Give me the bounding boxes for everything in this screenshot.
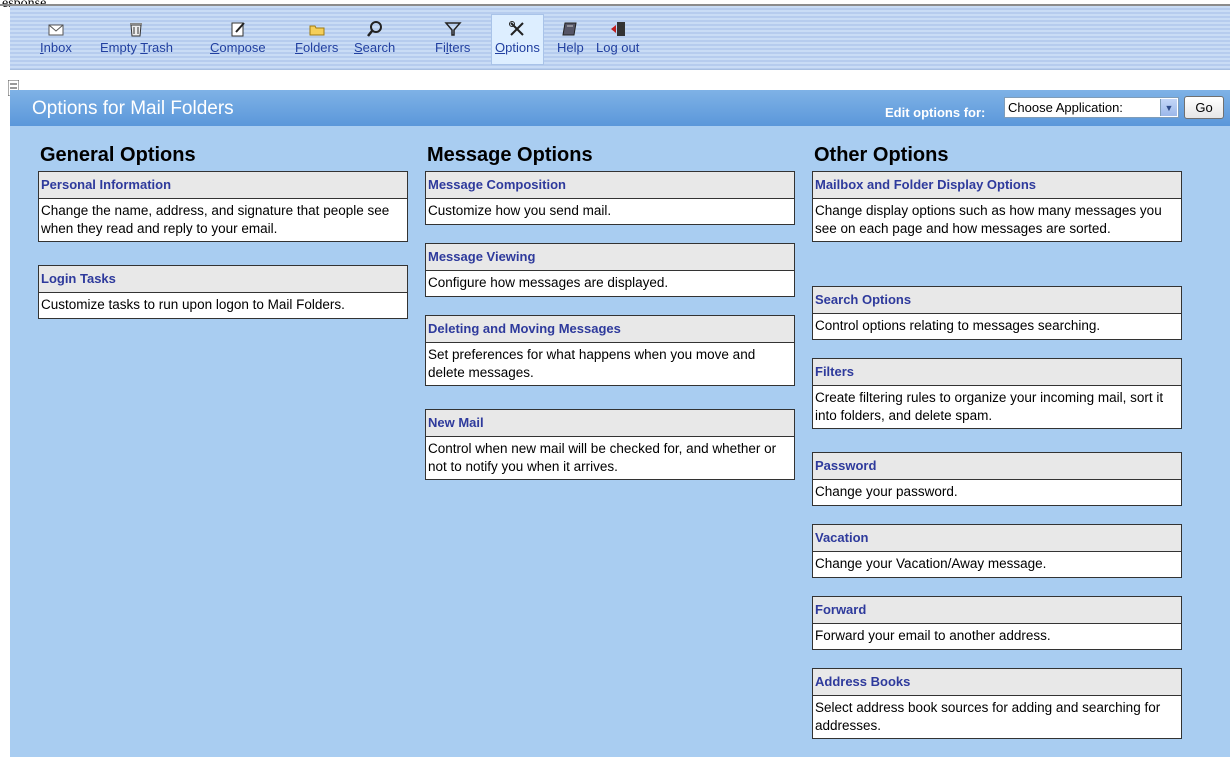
option-description: Change your password. (815, 484, 958, 499)
option-description: Customize tasks to run upon logon to Mai… (41, 297, 345, 312)
toolbar-log-out[interactable]: Log out (596, 20, 639, 70)
toolbar-label: Help (557, 40, 584, 55)
option-description: Create filtering rules to organize your … (815, 390, 1164, 423)
toolbar-label: Empty Trash (100, 40, 173, 55)
option-description: Change your Vacation/Away message. (815, 556, 1047, 571)
toolbar-label: Options (495, 40, 540, 55)
toolbar-search[interactable]: Search (354, 20, 395, 70)
option-description: Set preferences for what happens when yo… (428, 347, 756, 380)
option-link[interactable]: Password (813, 453, 1181, 480)
toolbar-label: Search (354, 40, 396, 55)
search-icon (366, 21, 382, 37)
title-bar: Options for Mail Folders Edit options fo… (10, 90, 1230, 126)
option-link[interactable]: Address Books (813, 669, 1181, 696)
option-filters: Filters Create filtering rules to organi… (812, 358, 1182, 429)
option-link[interactable]: Personal Information (39, 172, 407, 199)
toolbar-filters[interactable]: Filters (435, 20, 470, 70)
option-vacation: Vacation Change your Vacation/Away messa… (812, 524, 1182, 578)
main-content: Options for Mail Folders Edit options fo… (10, 90, 1230, 757)
toolbar-empty-trash[interactable]: Empty Trash (100, 20, 173, 70)
general-options-heading: General Options (40, 144, 196, 166)
option-link[interactable]: Search Options (813, 287, 1181, 314)
toolbar-options[interactable]: Options (491, 14, 544, 65)
option-message-viewing: Message Viewing Configure how messages a… (425, 243, 795, 297)
toolbar-label: Inbox (40, 40, 72, 55)
toolbar-inbox[interactable]: Inbox (40, 20, 72, 70)
option-description: Forward your email to another address. (815, 628, 1051, 643)
tools-icon (509, 21, 525, 36)
option-link[interactable]: Message Composition (426, 172, 794, 199)
help-book-icon (562, 22, 577, 36)
option-description: Control when new mail will be checked fo… (428, 441, 777, 474)
go-button[interactable]: Go (1184, 96, 1224, 119)
option-link[interactable]: Deleting and Moving Messages (426, 316, 794, 343)
other-options-heading: Other Options (814, 144, 949, 166)
option-mailbox-folder-display: Mailbox and Folder Display Options Chang… (812, 171, 1182, 242)
option-description: Change the name, address, and signature … (41, 203, 390, 236)
option-personal-information: Personal Information Change the name, ad… (38, 171, 408, 242)
toolbar-label: Folders (295, 40, 339, 55)
filter-icon (444, 22, 462, 36)
edit-options-label: Edit options for: (885, 105, 986, 120)
toolbar-folders[interactable]: Folders (295, 20, 338, 70)
trash-icon (130, 23, 143, 37)
option-link[interactable]: New Mail (426, 410, 794, 437)
option-forward: Forward Forward your email to another ad… (812, 596, 1182, 650)
toolbar-label: Log out (596, 40, 640, 55)
option-login-tasks: Login Tasks Customize tasks to run upon … (38, 265, 408, 319)
application-select[interactable]: Choose Application: ▼ (1004, 97, 1179, 118)
logout-door-icon (610, 22, 625, 36)
option-deleting-moving-messages: Deleting and Moving Messages Set prefere… (425, 315, 795, 386)
option-link[interactable]: Vacation (813, 525, 1181, 552)
option-password: Password Change your password. (812, 452, 1182, 506)
page-title: Options for Mail Folders (32, 98, 234, 119)
toolbar-label: Compose (210, 40, 266, 55)
application-select-value: Choose Application: (1008, 100, 1123, 115)
toolbar-compose[interactable]: Compose (210, 20, 266, 70)
toolbar-help[interactable]: Help (557, 20, 584, 70)
option-link[interactable]: Message Viewing (426, 244, 794, 271)
option-description: Select address book sources for adding a… (815, 700, 1161, 733)
option-link[interactable]: Forward (813, 597, 1181, 624)
chevron-down-icon[interactable]: ▼ (1160, 99, 1177, 116)
option-link[interactable]: Login Tasks (39, 266, 407, 293)
option-link[interactable]: Mailbox and Folder Display Options (813, 172, 1181, 199)
option-description: Customize how you send mail. (428, 203, 612, 218)
option-message-composition: Message Composition Customize how you se… (425, 171, 795, 225)
option-search-options: Search Options Control options relating … (812, 286, 1182, 340)
option-description: Configure how messages are displayed. (428, 275, 669, 290)
envelope-icon (48, 24, 64, 36)
option-description: Change display options such as how many … (815, 203, 1162, 236)
folder-icon (309, 25, 325, 36)
toolbar: Inbox Empty Trash Compose Folders Search (10, 6, 1230, 70)
option-address-books: Address Books Select address book source… (812, 668, 1182, 739)
compose-icon (231, 22, 245, 37)
toolbar-label: Filters (435, 40, 471, 55)
option-description: Control options relating to messages sea… (815, 318, 1101, 333)
message-options-heading: Message Options (427, 144, 593, 166)
option-new-mail: New Mail Control when new mail will be c… (425, 409, 795, 480)
option-link[interactable]: Filters (813, 359, 1181, 386)
